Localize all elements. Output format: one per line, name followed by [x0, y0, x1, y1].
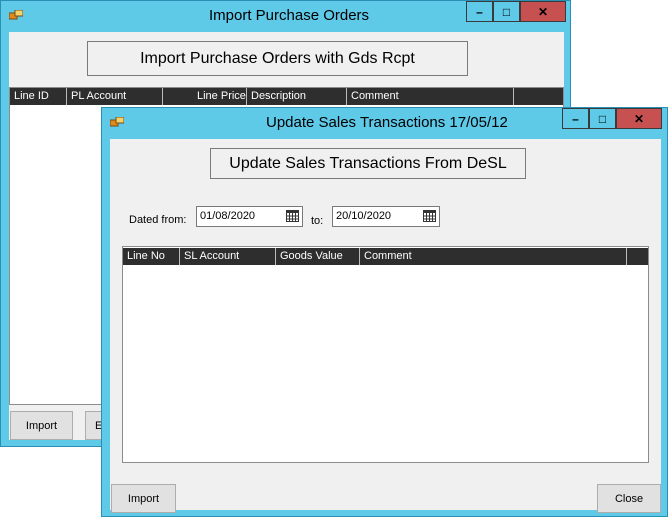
- column-header-comment[interactable]: Comment: [346, 88, 513, 105]
- window-client-area: Update Sales Transactions From DeSL Date…: [110, 139, 661, 513]
- title-bar[interactable]: Update Sales Transactions 17/05/12 – □ ✕: [102, 108, 667, 138]
- to-label: to:: [311, 215, 324, 227]
- app-icon: [110, 117, 124, 127]
- column-header-pl-account[interactable]: PL Account: [66, 88, 162, 105]
- calendar-icon[interactable]: [423, 210, 436, 222]
- minimize-button[interactable]: –: [562, 108, 589, 129]
- title-bar[interactable]: Import Purchase Orders – □ ✕: [1, 1, 570, 31]
- column-header-description[interactable]: Description: [246, 88, 346, 105]
- maximize-icon: □: [502, 4, 511, 19]
- column-header-line-price[interactable]: Line Price: [193, 88, 246, 105]
- date-to-value[interactable]: 20/10/2020: [336, 210, 391, 222]
- window-title: Import Purchase Orders: [209, 7, 370, 24]
- close-button[interactable]: ✕: [520, 1, 566, 22]
- close-icon: ✕: [633, 111, 645, 126]
- maximize-icon: □: [598, 111, 607, 126]
- minimize-icon: –: [476, 4, 483, 19]
- import-button[interactable]: Import: [111, 484, 176, 513]
- column-header-sl-account[interactable]: SL Account: [179, 248, 275, 265]
- banner-title: Update Sales Transactions From DeSL: [210, 148, 526, 179]
- column-header-goods-value[interactable]: Goods Value: [275, 248, 359, 265]
- column-header-line-id[interactable]: Line ID: [10, 88, 66, 105]
- close-icon: ✕: [537, 4, 549, 19]
- maximize-button[interactable]: □: [493, 1, 520, 22]
- date-from-picker[interactable]: 01/08/2020: [196, 206, 303, 227]
- column-header-comment[interactable]: Comment: [359, 248, 626, 265]
- maximize-button[interactable]: □: [589, 108, 616, 129]
- column-header-line-no[interactable]: Line No: [123, 248, 179, 265]
- list-header: Line No SL Account Goods Value Comment: [123, 248, 648, 265]
- sales-transactions-list[interactable]: Line No SL Account Goods Value Comment: [122, 246, 649, 463]
- banner-title: Import Purchase Orders with Gds Rcpt: [87, 41, 468, 76]
- window-title: Update Sales Transactions 17/05/12: [266, 114, 508, 131]
- close-dialog-button[interactable]: Close: [597, 484, 661, 513]
- app-icon: [9, 10, 23, 20]
- list-header: Line ID PL Account Line Price Descriptio…: [10, 88, 563, 105]
- update-sales-transactions-window: Update Sales Transactions 17/05/12 – □ ✕…: [101, 107, 668, 517]
- column-header-filler: [513, 88, 565, 105]
- close-button[interactable]: ✕: [616, 108, 662, 129]
- dated-from-label: Dated from:: [129, 214, 187, 226]
- column-header-filler: [626, 248, 648, 265]
- import-button[interactable]: Import: [10, 411, 73, 440]
- calendar-icon[interactable]: [286, 210, 299, 222]
- date-from-value[interactable]: 01/08/2020: [200, 210, 255, 222]
- minimize-button[interactable]: –: [466, 1, 493, 22]
- minimize-icon: –: [572, 111, 579, 126]
- column-header-blank[interactable]: [162, 88, 193, 105]
- date-to-picker[interactable]: 20/10/2020: [332, 206, 440, 227]
